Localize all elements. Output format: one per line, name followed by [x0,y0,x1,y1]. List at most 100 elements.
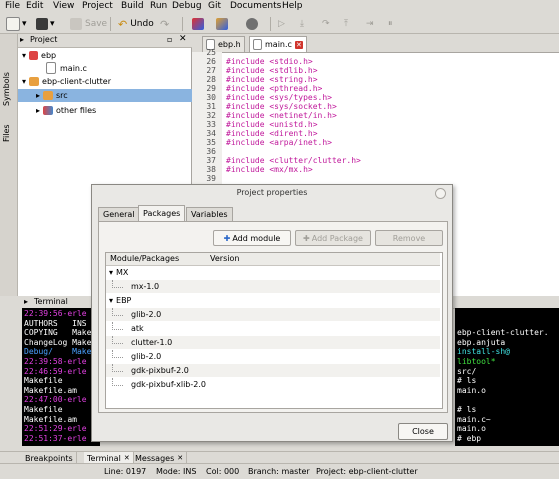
open-button[interactable]: ▾ [36,16,55,32]
module-row[interactable]: ▾ MX [106,266,440,279]
module-label: MX [116,268,129,277]
expander-icon[interactable]: ▾ [22,77,26,86]
build-button[interactable] [192,16,204,32]
status-branch: Branch: master [248,467,310,476]
menu-edit[interactable]: Edit [26,1,43,11]
package-row[interactable]: gdk-pixbuf-2.0 [106,364,440,377]
menu-debug[interactable]: Debug [172,1,202,11]
files-tab[interactable]: Files [2,124,11,142]
terminal-line: libtool* [457,357,496,366]
configure-icon [216,18,228,30]
step-into-button[interactable]: ⤓ [300,16,304,32]
packages-table: Module/Packages Version ▾ MX mx-1.0 ▾ EBP gli… [105,252,443,409]
symbols-tab[interactable]: Symbols [2,72,11,106]
expander-icon[interactable]: ▾ [109,268,113,277]
expander-icon[interactable]: ▾ [22,51,26,60]
menu-project[interactable]: Project [82,1,113,11]
close-button[interactable]: Close [398,423,448,440]
menu-git[interactable]: Git [208,1,221,11]
project-panel-header: ▸ Project ▫ ✕ [18,34,192,48]
tree-connector [112,336,123,344]
toolbar: ▾ ▾ Save ↶ Undo ↷ ▷ ⤓ ↷ ⤒ ⇥ ⏸ [0,14,559,34]
configure-button[interactable] [216,16,228,32]
menu-build[interactable]: Build [121,1,144,11]
expander-icon[interactable]: ▸ [36,91,40,100]
menu-help[interactable]: Help [282,1,303,11]
terminal-line: # ls [457,405,477,414]
expander-icon[interactable]: ▾ [109,296,113,305]
redo-icon: ↷ [160,17,170,31]
tree-connector [112,322,123,330]
module-label: EBP [116,296,132,305]
tree-connector [112,378,123,386]
column-header-version[interactable]: Version [210,254,239,263]
redo-button[interactable]: ↷ [160,16,169,32]
package-row[interactable]: glib-2.0 [106,308,440,321]
new-button[interactable]: ▾ [6,16,27,32]
close-tab-icon[interactable]: ✕ [294,40,303,49]
terminal-menu-icon[interactable]: ▸ [24,297,28,306]
package-row[interactable]: gdk-pixbuf-xlib-2.0 [106,378,440,391]
step-over-button[interactable]: ↷ [322,16,330,32]
close-icon[interactable] [435,188,446,199]
undo-button[interactable]: ↶ Undo [118,16,154,32]
chevron-down-icon: ▾ [22,19,27,29]
menu-run[interactable]: Run [150,1,167,11]
terminal-output-right[interactable]: ebp-client-clutter. ebp.anjuta install-sh@… [455,308,559,446]
tree-item-ebp-client-clutter[interactable]: ▾ ebp-client-clutter [22,75,111,87]
menu-file[interactable]: File [5,1,20,11]
side-tabs: Symbols Files [0,34,18,296]
run-button[interactable]: ▷ [278,16,285,32]
project-panel-menu-icon[interactable]: ▸ [20,35,24,44]
toolbar-separator [270,17,271,31]
terminal-line: Makefile [24,376,63,386]
tree-connector [112,308,123,316]
code-line: #include <string.h> [226,75,318,84]
tree-item-src[interactable]: ▸ src [18,89,192,102]
module-row[interactable]: ▾ EBP [106,294,440,307]
tree-item-main-c[interactable]: main.c [46,62,87,74]
toolbar-separator [110,17,111,31]
run-to-cursor-button[interactable]: ⇥ [366,16,374,32]
new-file-icon [6,17,20,31]
package-row[interactable]: glib-2.0 [106,350,440,363]
tab-variables[interactable]: Variables [186,207,233,222]
code-line: #include <pthread.h> [226,84,323,93]
status-col: Col: 000 [206,467,240,476]
expander-icon[interactable]: ▸ [36,106,40,115]
restore-icon[interactable]: ▫ [167,35,172,44]
package-row[interactable]: clutter-1.0 [106,336,440,349]
stop-button[interactable]: ⏸ [388,16,393,32]
plus-icon: ✚ [303,233,310,243]
close-icon[interactable]: ✕ [124,454,130,462]
add-module-button[interactable]: ✚ Add module [213,230,291,246]
step-over-icon: ↷ [322,19,330,29]
close-icon[interactable]: ✕ [179,34,187,44]
step-out-button[interactable]: ⤒ [344,16,348,32]
preferences-button[interactable] [246,16,258,32]
add-package-button[interactable]: ✚ Add Package [295,230,371,246]
gear-icon [246,18,258,30]
tree-item-other-files[interactable]: ▸ other files [36,104,96,116]
step-out-icon: ⤒ [344,19,348,29]
terminal-output[interactable]: 22:39:56-erle AUTHORS INS COPYING Make Chan… [22,308,100,446]
package-row[interactable]: atk [106,322,440,335]
save-button[interactable]: Save [70,16,107,32]
tab-main-c[interactable]: main.c ✕ [249,36,307,52]
remove-button[interactable]: Remove [375,230,443,246]
terminal-line: 22:46:59-erle [24,366,87,376]
package-row[interactable]: mx-1.0 [106,280,440,293]
close-icon[interactable]: ✕ [177,454,183,462]
tree-connector [112,350,123,358]
column-header-module[interactable]: Module/Packages [110,254,179,263]
code-line: #include <arpa/inet.h> [226,138,332,147]
tab-packages[interactable]: Packages [138,205,186,222]
terminal-line: Makefile [24,405,63,414]
menu-view[interactable]: View [53,1,74,11]
step-into-icon: ⤓ [300,19,304,29]
terminal-line: ebp.anjuta [457,337,506,347]
menu-documents[interactable]: Documents [230,1,281,11]
tab-general[interactable]: General [98,207,140,222]
save-icon [70,18,82,30]
tree-item-ebp[interactable]: ▾ ebp [22,49,56,61]
